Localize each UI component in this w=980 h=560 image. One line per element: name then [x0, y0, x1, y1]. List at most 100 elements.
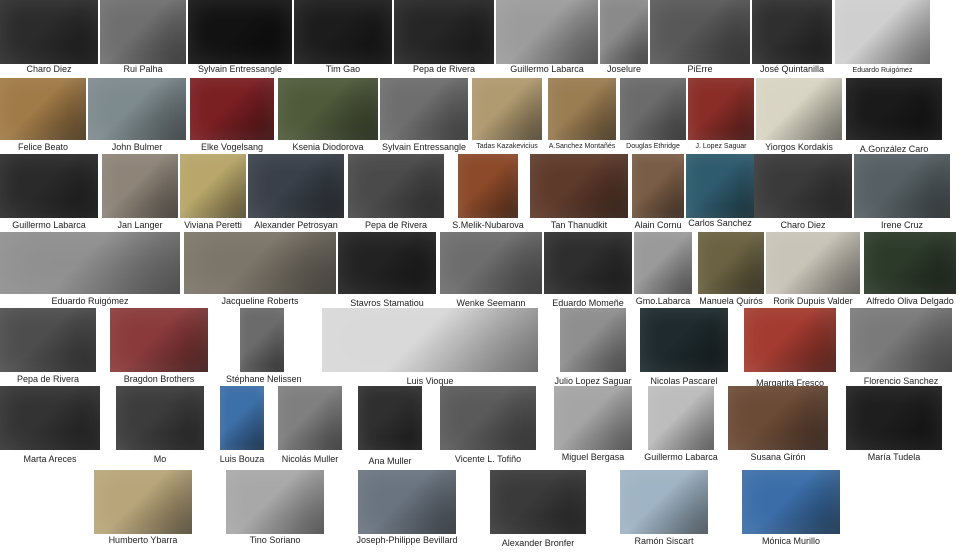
photo-thumbnail[interactable] — [854, 154, 950, 218]
photo-thumbnail[interactable] — [88, 78, 186, 140]
photo-tile[interactable]: Tim Gao — [294, 0, 392, 75]
photo-thumbnail[interactable] — [0, 154, 98, 218]
photo-tile[interactable]: Alfredo Oliva Delgado — [864, 232, 956, 307]
photo-tile[interactable]: Tadas Kazakevicius — [472, 78, 542, 153]
photographer-name[interactable]: Pepa de Rivera — [0, 374, 110, 384]
photo-thumbnail[interactable] — [278, 78, 378, 140]
photo-thumbnail[interactable] — [394, 0, 494, 64]
photo-thumbnail[interactable] — [560, 308, 626, 372]
photo-thumbnail[interactable] — [496, 0, 598, 64]
photographer-name[interactable]: Bragdon Brothers — [96, 374, 222, 384]
photo-thumbnail[interactable] — [554, 386, 632, 450]
photo-thumbnail[interactable] — [116, 386, 204, 450]
photo-tile[interactable]: Luis Bouza — [220, 386, 264, 465]
photo-tile[interactable]: Pepa de Rivera — [394, 0, 494, 75]
photo-thumbnail[interactable] — [548, 78, 616, 140]
photographer-name[interactable]: María Tudela — [832, 452, 956, 462]
photographer-name[interactable]: Marta Areces — [0, 454, 114, 464]
photo-thumbnail[interactable] — [240, 308, 284, 372]
photo-thumbnail[interactable] — [294, 0, 392, 64]
photo-tile[interactable]: Mónica Murillo — [742, 470, 840, 547]
photo-tile[interactable]: Pepa de Rivera — [348, 154, 444, 231]
photo-thumbnail[interactable] — [0, 386, 100, 450]
photo-thumbnail[interactable] — [846, 386, 942, 450]
photographer-name[interactable]: Mónica Murillo — [728, 536, 854, 546]
photo-tile[interactable]: Wenke Seemann — [440, 232, 542, 309]
photo-thumbnail[interactable] — [248, 154, 344, 218]
photo-tile[interactable]: Yiorgos Kordakis — [756, 78, 842, 153]
photo-tile[interactable]: Ksenia Diodorova — [278, 78, 378, 153]
photographer-name[interactable]: Eduardo Ruigómez — [821, 66, 944, 75]
photo-tile[interactable]: Tino Soriano — [226, 470, 324, 546]
photo-thumbnail[interactable] — [102, 154, 178, 218]
photographer-name[interactable]: Ramón Siscart — [606, 536, 722, 546]
photo-thumbnail[interactable] — [180, 154, 246, 218]
photo-tile[interactable]: Guillermo Labarca — [496, 0, 598, 75]
photo-thumbnail[interactable] — [742, 470, 840, 534]
photographer-name[interactable]: Joseph-Philippe Bevillard — [344, 535, 470, 545]
photo-tile[interactable]: PiErre — [650, 0, 750, 75]
photographer-name[interactable]: Tino Soriano — [212, 535, 338, 545]
photographer-name[interactable]: Nicolas Pascarel — [626, 376, 742, 386]
photo-tile[interactable]: Miguel Bergasa — [554, 386, 632, 463]
photographer-name[interactable]: Mo — [102, 454, 218, 464]
photo-thumbnail[interactable] — [686, 154, 754, 218]
photo-thumbnail[interactable] — [600, 0, 648, 64]
photo-thumbnail[interactable] — [188, 0, 292, 64]
photo-tile[interactable]: Irene Cruz — [854, 154, 950, 231]
photographer-name[interactable]: Jacqueline Roberts — [170, 296, 350, 306]
photo-thumbnail[interactable] — [864, 232, 956, 294]
photographer-name[interactable]: Florencio Sanchez — [836, 376, 966, 386]
photo-tile[interactable]: Humberto Ybarra — [94, 470, 192, 546]
photo-thumbnail[interactable] — [358, 386, 422, 450]
photo-tile[interactable]: Bragdon Brothers — [110, 308, 208, 385]
photo-thumbnail[interactable] — [440, 232, 542, 294]
photo-tile[interactable]: A.González Caro — [846, 78, 942, 155]
photo-tile[interactable]: Margarita Fresco — [744, 308, 836, 389]
photo-thumbnail[interactable] — [184, 232, 336, 294]
photographer-name[interactable]: Vicente L. Tofiño — [426, 454, 550, 464]
photo-tile[interactable]: Alexander Petrosyan — [248, 154, 344, 231]
photo-tile[interactable]: Nicolas Pascarel — [640, 308, 728, 387]
photo-tile[interactable]: Ana Muller — [358, 386, 422, 467]
photo-thumbnail[interactable] — [100, 0, 186, 64]
photo-tile[interactable]: Pepa de Rivera — [0, 308, 96, 385]
photo-thumbnail[interactable] — [358, 470, 456, 534]
photo-thumbnail[interactable] — [754, 154, 852, 218]
photo-tile[interactable]: Sylvain Entressangle — [380, 78, 468, 153]
photo-thumbnail[interactable] — [190, 78, 274, 140]
photographer-name[interactable]: Nicolás Muller — [264, 454, 356, 464]
photo-tile[interactable]: Nicolás Muller — [278, 386, 342, 465]
photo-thumbnail[interactable] — [278, 386, 342, 450]
photo-thumbnail[interactable] — [632, 154, 684, 218]
photo-tile[interactable]: Ramón Siscart — [620, 470, 708, 547]
photo-thumbnail[interactable] — [634, 232, 692, 294]
photo-tile[interactable]: Joseph-Philippe Bevillard — [356, 470, 458, 546]
photo-thumbnail[interactable] — [94, 470, 192, 534]
photographer-name[interactable]: Miguel Bergasa — [540, 452, 646, 462]
photo-thumbnail[interactable] — [0, 78, 86, 140]
photo-thumbnail[interactable] — [0, 308, 96, 372]
photo-tile[interactable]: Alexander Bronfer — [490, 470, 586, 549]
photo-tile[interactable]: Rorik Dupuis Valder — [766, 232, 860, 307]
photo-tile[interactable]: Eduardo Ruigómez — [0, 232, 180, 307]
photo-thumbnail[interactable] — [688, 78, 754, 140]
photo-tile[interactable]: Julio Lopez Saguar — [554, 308, 632, 387]
photo-thumbnail[interactable] — [472, 78, 542, 140]
photographer-name[interactable]: Susana Girón — [714, 452, 842, 462]
photo-tile[interactable]: Guillermo Labarca — [0, 154, 98, 231]
photographer-name[interactable]: Alfredo Oliva Delgado — [850, 296, 970, 306]
photo-tile[interactable]: John Bulmer — [88, 78, 186, 153]
photo-tile[interactable]: Eduardo Ruigómez — [835, 0, 930, 77]
photo-tile[interactable]: Sylvain Entressangle — [188, 0, 292, 75]
photo-tile[interactable]: Stavros Stamatiou — [338, 232, 436, 309]
photo-tile[interactable]: Marta Areces — [0, 386, 100, 465]
photo-tile[interactable]: Stéphane Nelissen — [226, 308, 302, 385]
photographer-name[interactable]: Pepa de Rivera — [334, 220, 458, 230]
photo-tile[interactable]: Charo Diez — [754, 154, 852, 231]
photo-thumbnail[interactable] — [544, 232, 632, 294]
photo-thumbnail[interactable] — [766, 232, 860, 294]
photo-thumbnail[interactable] — [458, 154, 518, 218]
photo-thumbnail[interactable] — [846, 78, 942, 140]
photographer-name[interactable]: Eduardo Ruigómez — [0, 296, 194, 306]
